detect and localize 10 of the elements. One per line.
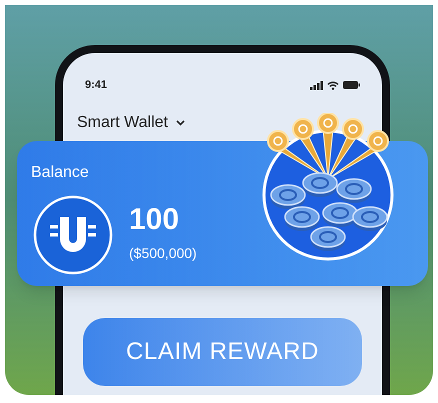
token-logo-icon	[31, 194, 115, 274]
status-time: 9:41	[85, 78, 108, 93]
signal-icon	[310, 80, 323, 90]
wifi-icon	[327, 80, 339, 90]
chevron-down-icon	[176, 120, 185, 126]
battery-icon	[343, 81, 360, 90]
wallet-selector[interactable]: Smart Wallet	[77, 110, 185, 134]
balance-label: Balance	[31, 162, 90, 182]
balance-fiat-value: ($500,000)	[129, 244, 197, 263]
balance-amount: 100	[129, 205, 180, 235]
